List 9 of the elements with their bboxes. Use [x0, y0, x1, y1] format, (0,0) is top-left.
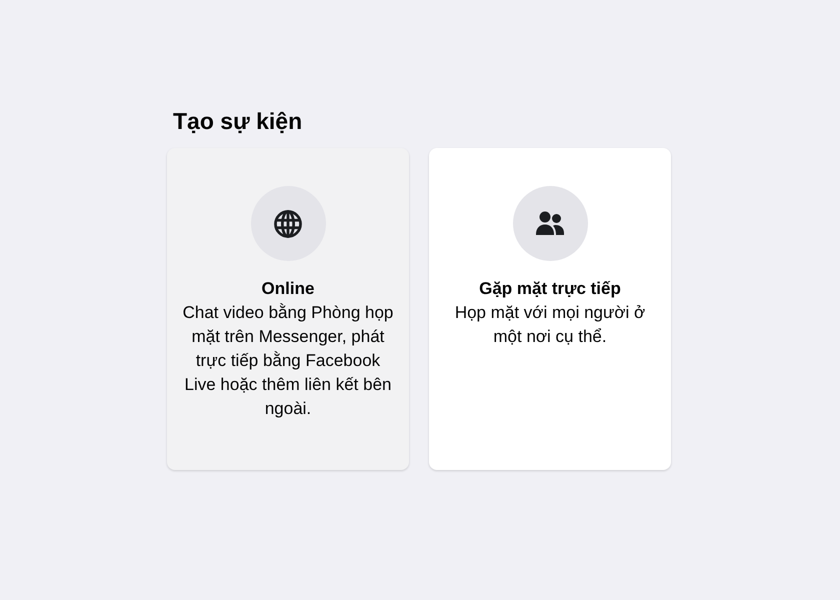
option-description: Họp mặt với mọi người ở một nơi cụ thể. — [454, 302, 646, 348]
people-icon — [534, 210, 566, 238]
option-title: Gặp mặt trực tiếp — [479, 278, 621, 300]
option-card[interactable]: Online Chat video bằng Phòng họp mặt trên Messenger, phát trực tiếp bằng Facebook Live hoặc thêm liên kết bên ngoài. — [167, 148, 409, 470]
option-card[interactable]: Gặp mặt trực tiếp Họp mặt với mọi người ở một nơi cụ thể. — [429, 148, 671, 470]
globe-icon — [273, 208, 303, 238]
option-description: Chat video bằng Phòng họp mặt trên Messenger, phát trực tiếp bằng Facebook Live hoặc thêm liên kết bên ngoài. — [182, 302, 394, 420]
option-title: Online — [262, 278, 314, 300]
page-title: Tạo sự kiện — [173, 107, 304, 136]
